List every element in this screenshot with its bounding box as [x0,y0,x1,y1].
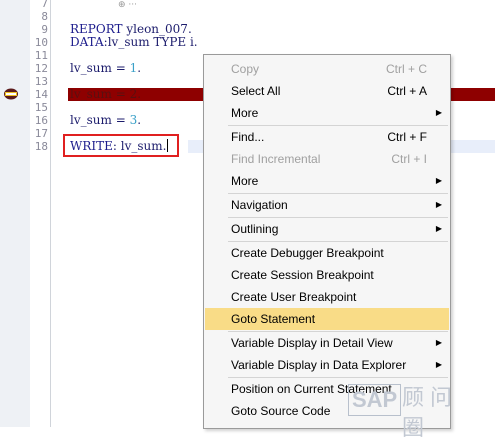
menu-item-navigation[interactable]: Navigation ▶ [205,194,449,216]
code-text: . [137,113,142,127]
menu-item-label: Goto Source Code [231,404,331,418]
menu-item-create-user-breakpoint[interactable]: Create User Breakpoint [205,286,449,308]
menu-item-label: Select All [231,84,281,98]
line-number: 9 [41,23,48,36]
menu-item-goto-statement[interactable]: Goto Statement [205,308,449,330]
menu-item-label: Outlining [231,222,279,236]
watermark-brand: SAP [348,384,402,416]
fold-marker-icon[interactable]: ⊕ ··· [118,0,137,10]
code-line-assign-2: lv_sum = 2. [70,87,142,101]
menu-item-shortcut: Ctrl + I [391,152,427,166]
menu-item-shortcut: Ctrl + A [387,84,427,98]
menu-item-label: Variable Display in Detail View [231,336,393,350]
menu-item-label: Create Debugger Breakpoint [231,246,384,260]
menu-item-label: Create Session Breakpoint [231,268,374,282]
menu-item-find[interactable]: Find... Ctrl + F [205,126,449,148]
line-number: 16 [34,114,48,127]
line-number: 10 [34,36,48,49]
text-caret [167,139,168,152]
keyword: REPORT [70,22,123,36]
current-line-highlight-right [449,140,495,153]
menu-item-shortcut: Ctrl + F [387,130,427,144]
menu-item-outlining[interactable]: Outlining ▶ [205,218,449,240]
submenu-arrow-icon: ▶ [435,360,442,369]
watermark-logo: SAP 顾问圈 [348,384,483,441]
menu-item-label: More [231,174,259,188]
menu-item-create-debugger-breakpoint[interactable]: Create Debugger Breakpoint [205,242,449,264]
menu-item-variable-display-detail-view[interactable]: Variable Display in Detail View ▶ [205,332,449,354]
code-line-data: DATA:lv_sum TYPE i. [70,36,198,49]
menu-item-shortcut: Ctrl + C [385,62,427,76]
submenu-arrow-icon: ▶ [435,108,442,117]
code-text: :lv_sum TYPE i. [103,35,198,49]
line-number: 8 [41,10,48,23]
menu-item-label: More [231,106,259,120]
line-number: 13 [34,75,48,88]
menu-item-label: Find Incremental [231,152,321,166]
menu-item-label: Copy [231,62,260,76]
line-number: 18 [34,140,48,153]
menu-item-find-incremental[interactable]: Find Incremental Ctrl + I [205,148,449,170]
line-number: 7 [41,0,48,10]
menu-item-select-all[interactable]: Select All Ctrl + A [205,80,449,102]
line-number: 11 [34,49,48,62]
menu-item-more[interactable]: More ▶ [205,170,449,192]
breakpoint-icon[interactable] [3,88,19,100]
menu-item-label: Goto Statement [231,312,316,326]
line-number: 15 [34,101,48,114]
submenu-arrow-icon: ▶ [435,224,442,233]
watermark-text: 顾问圈 [402,386,459,441]
code-line-assign-3: lv_sum = 3. [70,114,141,127]
menu-item-label: Navigation [231,198,288,212]
submenu-arrow-icon: ▶ [435,338,442,347]
breakpoint-gutter[interactable] [0,0,31,427]
keyword: DATA [70,35,104,49]
menu-item-copy[interactable]: Copy Ctrl + C [205,58,449,80]
submenu-arrow-icon: ▶ [435,176,442,185]
menu-item-label: Create User Breakpoint [231,290,357,304]
code-text: lv_sum = [70,61,130,75]
menu-item-create-session-breakpoint[interactable]: Create Session Breakpoint [205,264,449,286]
code-text: yleon_007. [122,22,192,36]
code-line-assign-1: lv_sum = 1. [70,62,141,75]
menu-item-more[interactable]: More ▶ [205,102,449,124]
line-number: 17 [34,127,48,140]
annotation-highlight-box [63,134,179,157]
breakpoint-line-highlight-right [449,88,495,101]
line-number: 14 [34,88,48,101]
line-number: 12 [34,62,48,75]
menu-item-label: Variable Display in Data Explorer [231,358,407,372]
code-text: lv_sum = [70,113,130,127]
submenu-arrow-icon: ▶ [435,200,442,209]
menu-item-variable-display-data-explorer[interactable]: Variable Display in Data Explorer ▶ [205,354,449,376]
code-text: . [137,61,142,75]
context-menu: Copy Ctrl + C Select All Ctrl + A More ▶ Fi… [203,54,451,429]
menu-item-label: Find... [231,130,265,144]
line-number-column: 7 8 9 10 11 12 13 14 15 16 17 18 [30,0,51,427]
